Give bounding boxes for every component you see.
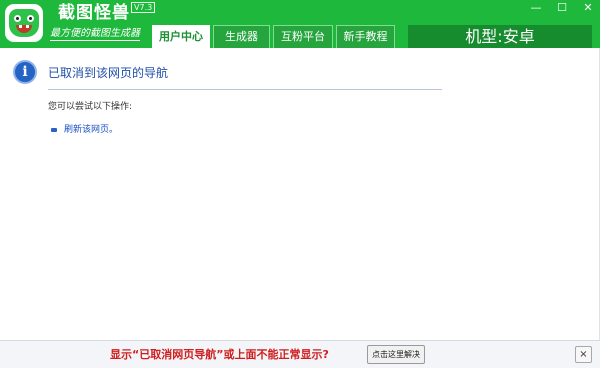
tab-generator[interactable]: 生成器 xyxy=(213,25,270,48)
monster-logo-icon xyxy=(5,4,43,42)
close-icon[interactable]: ✕ xyxy=(576,0,600,16)
app-slogan: 最方便的截图生成器 xyxy=(50,28,140,41)
device-model-label: 机型:安卓 xyxy=(408,25,592,48)
tab-user-center[interactable]: 用户中心 xyxy=(152,25,210,48)
version-badge: V7.3 xyxy=(131,2,156,13)
notice-bar: 显示“已取消网页导航”或上面不能正常显示? 点击这里解决 × xyxy=(0,340,600,368)
maximize-icon[interactable]: ☐ xyxy=(550,0,574,16)
minimize-icon[interactable]: — xyxy=(524,0,548,16)
info-icon: i xyxy=(13,60,37,84)
tab-tutorial[interactable]: 新手教程 xyxy=(336,25,395,48)
close-notice-button[interactable]: × xyxy=(575,346,592,363)
fix-button[interactable]: 点击这里解决 xyxy=(367,345,425,364)
divider xyxy=(48,89,442,90)
notice-message: 显示“已取消网页导航”或上面不能正常显示? xyxy=(110,348,329,361)
browser-content: i 已取消到该网页的导航 您可以尝试以下操作: 刷新该网页。 xyxy=(0,48,600,340)
suggestion-text: 您可以尝试以下操作: xyxy=(48,102,133,112)
title-bar: 截图怪兽 V7.3 最方便的截图生成器 用户中心 生成器 互粉平台 新手教程 机… xyxy=(0,0,600,48)
tab-follow-platform[interactable]: 互粉平台 xyxy=(273,25,333,48)
bullet-icon xyxy=(51,128,57,132)
error-title: 已取消到该网页的导航 xyxy=(48,66,169,80)
app-name: 截图怪兽 xyxy=(58,3,130,23)
refresh-link[interactable]: 刷新该网页。 xyxy=(64,124,118,136)
